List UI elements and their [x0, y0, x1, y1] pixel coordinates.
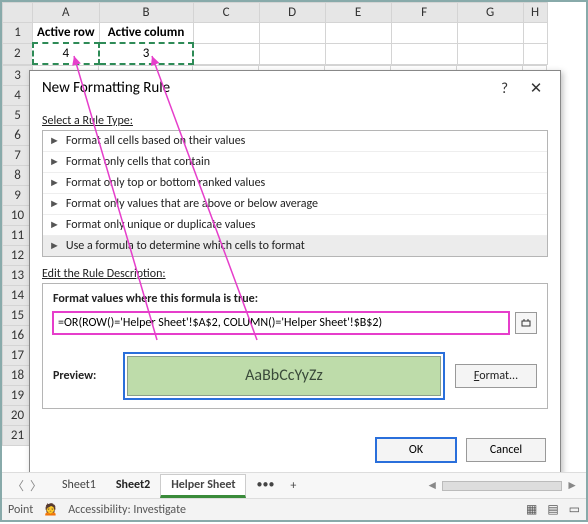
formula-input[interactable] [53, 312, 509, 334]
rule-type-item-selected[interactable]: ► Use a formula to determine which cells … [43, 236, 547, 256]
ok-button[interactable]: OK [376, 438, 456, 462]
edit-rule-description-label: Edit the Rule Description: [42, 267, 548, 281]
tab-nav-next[interactable]: 〉 [30, 477, 42, 494]
sheet-tab-strip: 〈 〉 Sheet1 Sheet2 Helper Sheet ••• + ◄ ► [2, 472, 586, 498]
help-button[interactable]: ? [491, 78, 519, 100]
dialog-title: New Formatting Rule [42, 79, 170, 97]
accessibility-icon[interactable]: 🙍 [43, 502, 58, 517]
add-sheet-button[interactable]: + [284, 479, 302, 493]
chevron-right-icon: ► [49, 239, 60, 252]
row-header-20[interactable]: 20 [3, 406, 33, 426]
cell-A2[interactable]: 4 [33, 43, 100, 64]
row-header-6[interactable]: 6 [3, 126, 33, 146]
cell-B1[interactable]: Active column [99, 23, 193, 44]
row-header-3[interactable]: 3 [3, 66, 33, 86]
rule-type-label: Use a formula to determine which cells t… [66, 239, 305, 253]
status-bar: Point 🙍 Accessibility: Investigate ▦ ▤ ▭ [2, 498, 586, 520]
row-header-5[interactable]: 5 [3, 106, 33, 126]
col-header-E[interactable]: E [325, 3, 391, 23]
status-mode: Point [8, 503, 33, 517]
view-page-break-icon[interactable]: ▭ [569, 502, 580, 517]
sheet-tab-more[interactable]: ••• [246, 475, 284, 497]
select-all-corner[interactable] [3, 3, 33, 23]
row-header-2[interactable]: 2 [3, 43, 33, 64]
row-header-1[interactable]: 1 [3, 23, 33, 44]
col-header-A[interactable]: A [33, 3, 100, 23]
row-header-13[interactable]: 13 [3, 266, 33, 286]
formula-label: Format values where this formula is true… [53, 292, 537, 306]
rule-type-label: Format only top or bottom ranked values [66, 176, 265, 190]
new-formatting-rule-dialog: New Formatting Rule ? ✕ Select a Rule Ty… [29, 70, 561, 475]
view-normal-icon[interactable]: ▦ [526, 502, 537, 517]
row-header-19[interactable]: 19 [3, 386, 33, 406]
rule-type-label: Format only cells that contain [66, 155, 210, 169]
col-header-D[interactable]: D [259, 3, 325, 23]
row-header-15[interactable]: 15 [3, 306, 33, 326]
sheet-tab-sheet2[interactable]: Sheet2 [106, 475, 160, 497]
col-header-C[interactable]: C [193, 3, 259, 23]
rule-description-box: Format values where this formula is true… [42, 283, 548, 409]
rule-type-item[interactable]: ► Format only cells that contain [43, 152, 547, 173]
sheet-tab-helper[interactable]: Helper Sheet [160, 474, 246, 498]
row-header-10[interactable]: 10 [3, 206, 33, 226]
col-header-F[interactable]: F [391, 3, 457, 23]
close-button[interactable]: ✕ [522, 77, 550, 99]
cancel-button[interactable]: Cancel [466, 438, 546, 462]
chevron-right-icon: ► [49, 218, 60, 231]
rule-type-label: Format only unique or duplicate values [66, 218, 256, 232]
row-header-11[interactable]: 11 [3, 226, 33, 246]
preview-swatch: AaBbCcYyZz [127, 356, 441, 396]
col-header-B[interactable]: B [99, 3, 193, 23]
col-header-G[interactable]: G [457, 3, 523, 23]
row-header-21[interactable]: 21 [3, 426, 33, 446]
format-button[interactable]: FFormat...ormat... [455, 364, 537, 388]
view-page-layout-icon[interactable]: ▤ [547, 502, 558, 517]
chevron-right-icon: ► [49, 155, 60, 168]
rule-type-list[interactable]: ►Format all cells based on their values … [42, 130, 548, 257]
row-header-9[interactable]: 9 [3, 186, 33, 206]
hscroll-track[interactable] [442, 481, 562, 491]
rule-type-label: Format only values that are above or bel… [66, 197, 318, 211]
rule-type-label: Format all cells based on their values [66, 134, 245, 148]
chevron-right-icon: ► [49, 134, 60, 147]
cell-B2[interactable]: 3 [99, 43, 193, 64]
rule-type-item[interactable]: ► Format all cells based on their values [43, 131, 547, 152]
rule-type-item[interactable]: ► Format only top or bottom ranked values [43, 173, 547, 194]
range-selector-button[interactable] [515, 312, 537, 334]
sheet-tab-sheet1[interactable]: Sheet1 [52, 475, 106, 497]
preview-label: Preview: [53, 369, 113, 383]
row-header-14[interactable]: 14 [3, 286, 33, 306]
row-header-4[interactable]: 4 [3, 86, 33, 106]
row-header-16[interactable]: 16 [3, 326, 33, 346]
accessibility-status[interactable]: Accessibility: Investigate [68, 503, 186, 517]
cell-A1[interactable]: Active row [33, 23, 100, 44]
tab-nav-prev[interactable]: 〈 [12, 477, 24, 494]
collapse-dialog-icon [520, 317, 532, 329]
hscroll-right-icon[interactable]: ► [566, 478, 578, 493]
chevron-right-icon: ► [49, 176, 60, 189]
row-header-8[interactable]: 8 [3, 166, 33, 186]
row-header-18[interactable]: 18 [3, 366, 33, 386]
chevron-right-icon: ► [49, 197, 60, 210]
row-header-12[interactable]: 12 [3, 246, 33, 266]
rule-type-item[interactable]: ► Format only unique or duplicate values [43, 215, 547, 236]
rule-type-item[interactable]: ► Format only values that are above or be… [43, 194, 547, 215]
row-header-17[interactable]: 17 [3, 346, 33, 366]
row-header-7[interactable]: 7 [3, 146, 33, 166]
select-rule-type-label: Select a Rule Type: [42, 114, 548, 128]
col-header-H[interactable]: H [523, 3, 547, 23]
hscroll-left-icon[interactable]: ◄ [426, 478, 438, 493]
